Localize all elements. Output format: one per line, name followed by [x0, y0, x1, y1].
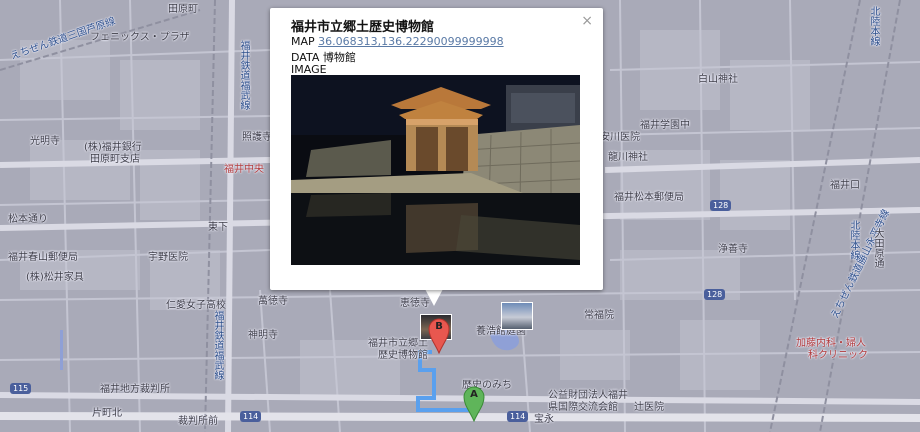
map-label: 福井口 — [830, 180, 860, 191]
map-label: 田原町 — [168, 4, 198, 15]
map-label: 安川医院 — [600, 132, 640, 143]
map-label: フェニックス・プラザ — [90, 32, 190, 43]
route-shield: 114 — [507, 411, 529, 422]
place-thumbnail[interactable] — [501, 302, 533, 330]
map-label: 北陸本線 — [848, 220, 859, 260]
info-window-title: 福井市立郷土歴史博物館 — [291, 20, 435, 35]
map-label: 福井松本郵便局 — [614, 192, 684, 203]
map-label: 片町北 — [92, 408, 122, 419]
map-label: 宇野医院 — [148, 252, 188, 263]
map-label: 北陸本線 — [868, 6, 879, 46]
close-icon[interactable]: × — [581, 14, 593, 28]
map-label: 浄善寺 — [718, 244, 748, 255]
route-shield: 115 — [10, 383, 32, 394]
marker-label: B — [435, 321, 443, 332]
map-label: 松本通り — [8, 214, 48, 225]
map-label: 科クリニック — [808, 350, 868, 361]
map-label: 東下 — [208, 222, 228, 233]
info-window: × 福井市立郷土歴史博物館 MAP 36.068313,136.22290099… — [270, 8, 603, 290]
map-label: 辻医院 — [634, 402, 664, 413]
route-shield: 128 — [704, 289, 726, 300]
map-label: 裁判所前 — [178, 416, 218, 427]
map-label: 福井春山郵便局 — [8, 252, 78, 263]
map-label: 福井中央 — [224, 164, 264, 175]
map-label: (株)松井家具 — [26, 272, 84, 283]
route-shield: 114 — [240, 411, 262, 422]
map-label: 福井地方裁判所 — [100, 384, 170, 395]
map-label: 神明寺 — [248, 330, 278, 341]
map-label: 白山神社 — [698, 74, 738, 85]
map-label: 福井鉄道福武線 — [212, 310, 223, 380]
marker-label: A — [470, 389, 478, 400]
info-window-tail — [425, 289, 443, 306]
map-label: 宝永 — [534, 414, 554, 425]
map-label: 福井鉄道福武線 — [238, 40, 249, 110]
map-label: 歴史博物館 — [378, 350, 428, 361]
museum-photo — [291, 75, 580, 265]
map-label: 仁愛女子高校 — [166, 300, 226, 311]
data-row-value: 博物館 — [322, 51, 356, 64]
map-row-label: MAP — [291, 35, 315, 48]
map-label: 田原町支店 — [90, 154, 140, 165]
map-label: 萬徳寺 — [258, 296, 288, 307]
map-label: 常福院 — [584, 310, 614, 321]
marker-b[interactable]: B — [428, 318, 450, 355]
marker-a[interactable]: A — [463, 386, 485, 423]
map-label: 照護寺 — [242, 132, 272, 143]
map-label: 福井学園中 — [640, 120, 690, 131]
route-shield: 128 — [710, 200, 732, 211]
map-row: MAP 36.068313,136.22290099999998 — [291, 35, 504, 48]
map-coordinates-link[interactable]: 36.068313,136.22290099999998 — [318, 35, 503, 48]
map-label: 光明寺 — [30, 136, 60, 147]
map-label: 県国際交流会館 — [548, 402, 618, 413]
map-label: 大田原通 — [872, 228, 883, 268]
map-label: 龍川神社 — [608, 152, 648, 163]
